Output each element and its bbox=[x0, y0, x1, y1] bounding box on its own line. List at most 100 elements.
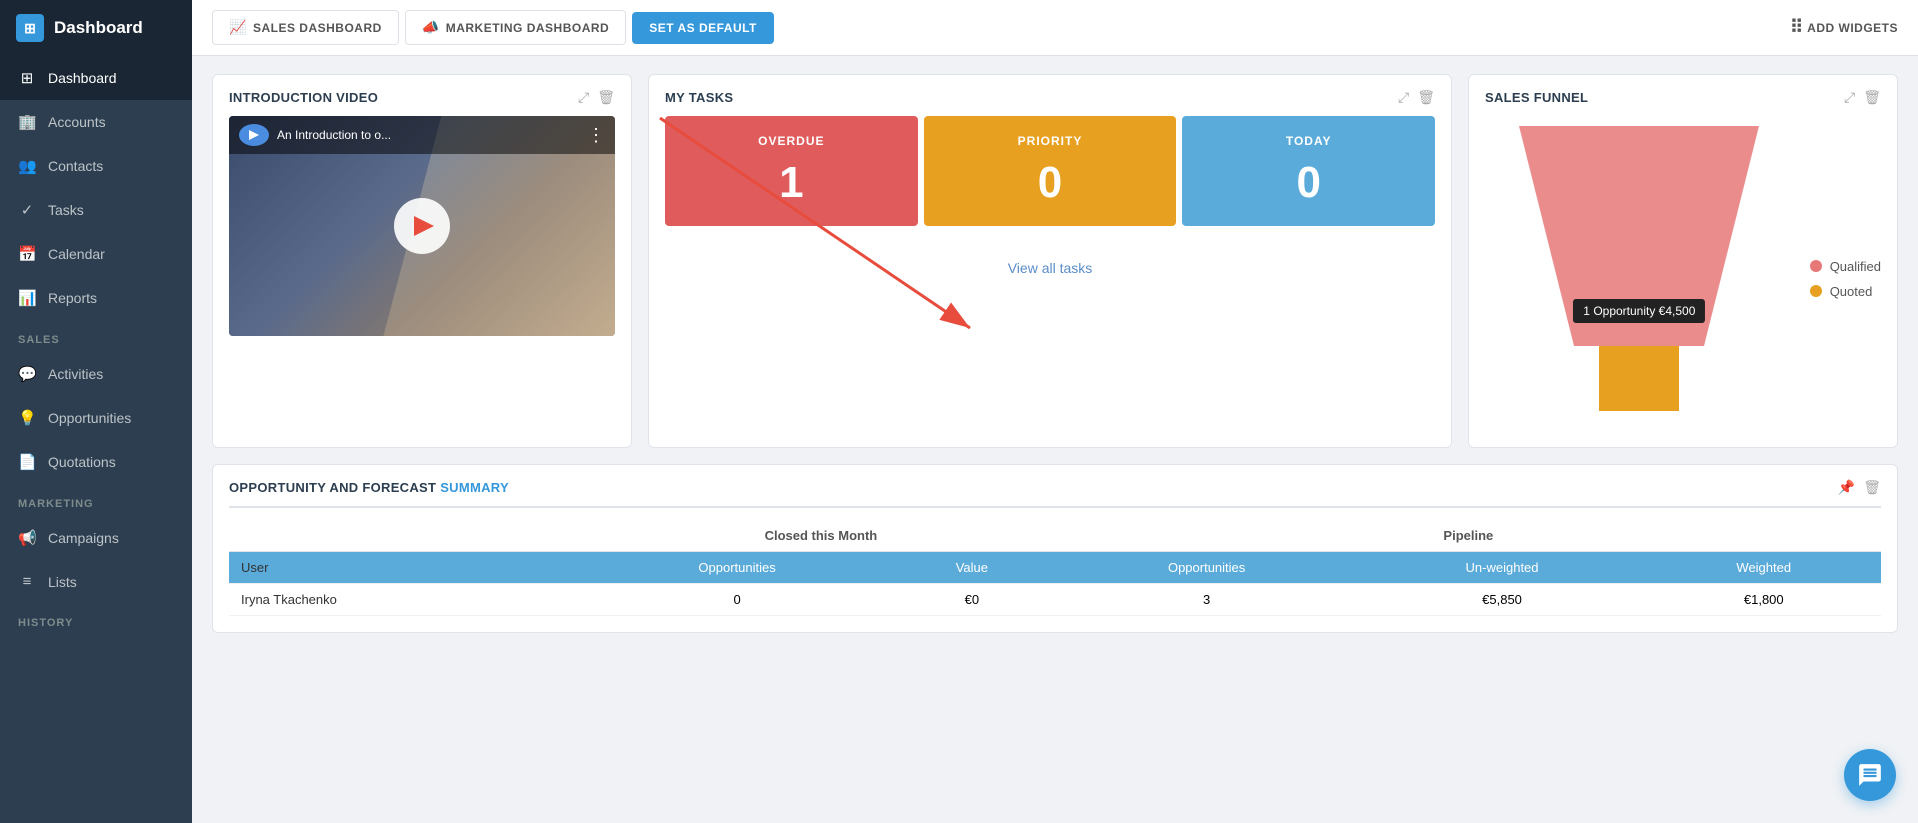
today-task-box[interactable]: TODAY 0 bbox=[1182, 116, 1435, 226]
contacts-nav-label: Contacts bbox=[48, 158, 103, 174]
row-pipeline-opps: 3 bbox=[1056, 584, 1358, 616]
lists-nav-label: Lists bbox=[48, 574, 77, 590]
row-user: Iryna Tkachenko bbox=[229, 584, 586, 616]
funnel-expand-icon[interactable]: ⤢ bbox=[1844, 89, 1855, 106]
tasks-nav-label: Tasks bbox=[48, 202, 84, 218]
overdue-count: 1 bbox=[675, 158, 908, 208]
closed-value-col: Value bbox=[888, 552, 1056, 584]
my-tasks-widget: MY TASKS ⤢ 🗑 OVERDUE 1 PRIORITY 0 bbox=[648, 74, 1452, 448]
dashboard-content: INTRODUCTION VIDEO ⤢ 🗑 bbox=[192, 56, 1918, 823]
qualified-dot bbox=[1810, 260, 1822, 272]
intro-video-actions: ⤢ 🗑 bbox=[578, 89, 615, 106]
tab-sales-dashboard[interactable]: 📈 SALES DASHBOARD bbox=[212, 10, 399, 45]
intro-video-widget: INTRODUCTION VIDEO ⤢ 🗑 bbox=[212, 74, 632, 448]
intro-video-expand-icon[interactable]: ⤢ bbox=[578, 89, 589, 106]
add-widgets-button[interactable]: ⠿ ADD WIDGETS bbox=[1790, 17, 1898, 38]
sidebar-item-activities[interactable]: 💬 Activities bbox=[0, 352, 192, 396]
tasks-grid: OVERDUE 1 PRIORITY 0 TODAY 0 bbox=[649, 116, 1451, 226]
intro-video-title: INTRODUCTION VIDEO bbox=[229, 90, 378, 105]
forecast-group-header-row: Closed this Month Pipeline bbox=[229, 520, 1881, 552]
overdue-label: OVERDUE bbox=[675, 134, 908, 148]
priority-task-box[interactable]: PRIORITY 0 bbox=[924, 116, 1177, 226]
activities-nav-label: Activities bbox=[48, 366, 103, 382]
legend-quoted: Quoted bbox=[1810, 284, 1881, 299]
row-closed-value: €0 bbox=[888, 584, 1056, 616]
dashboard-nav-icon: ⊞ bbox=[18, 69, 36, 87]
add-widgets-label: ADD WIDGETS bbox=[1807, 21, 1898, 35]
funnel-svg bbox=[1509, 116, 1769, 426]
sidebar-header[interactable]: ⊞ Dashboard bbox=[0, 0, 192, 56]
forecast-widget: OPPORTUNITY AND FORECAST SUMMARY 📌 🗑 Clo… bbox=[212, 464, 1898, 633]
sales-funnel-widget: SALES FUNNEL ⤢ 🗑 bbox=[1468, 74, 1898, 448]
accounts-nav-label: Accounts bbox=[48, 114, 106, 130]
yt-icon bbox=[239, 124, 269, 146]
sidebar-item-campaigns[interactable]: 📢Campaigns bbox=[0, 516, 192, 560]
forecast-title-part2: SUMMARY bbox=[440, 480, 509, 495]
pipeline-opps-col: Opportunities bbox=[1056, 552, 1358, 584]
tasks-title: MY TASKS bbox=[665, 90, 733, 105]
legend-qualified: Qualified bbox=[1810, 259, 1881, 274]
activities-nav-icon: 💬 bbox=[18, 365, 36, 383]
chat-bubble-button[interactable] bbox=[1844, 749, 1896, 801]
pipeline-header: Pipeline bbox=[1056, 520, 1881, 552]
forecast-data-row: Iryna Tkachenko 0 €0 3 €5,850 €1,800 bbox=[229, 584, 1881, 616]
tab-marketing-dashboard[interactable]: 📣 MARKETING DASHBOARD bbox=[405, 10, 626, 45]
sidebar-item-lists[interactable]: ≡ Lists bbox=[0, 560, 192, 603]
contacts-nav-icon: 👥 bbox=[18, 157, 36, 175]
video-title-text: An Introduction to o... bbox=[277, 128, 391, 142]
view-all-tasks-link[interactable]: View all tasks bbox=[649, 246, 1451, 290]
weighted-col: Weighted bbox=[1647, 552, 1881, 584]
funnel-content: 1 Opportunity €4,500 Qualified Quoted bbox=[1469, 116, 1897, 447]
sales-dashboard-label: SALES DASHBOARD bbox=[253, 21, 382, 35]
campaigns-nav-icon: 📢 bbox=[18, 529, 36, 547]
sidebar-section-marketing: MARKETING bbox=[0, 484, 192, 516]
quoted-dot bbox=[1810, 285, 1822, 297]
row-weighted: €1,800 bbox=[1647, 584, 1881, 616]
funnel-header: SALES FUNNEL ⤢ 🗑 bbox=[1469, 75, 1897, 116]
row-unweighted: €5,850 bbox=[1358, 584, 1647, 616]
forecast-col-header-row: User Opportunities Value Opportunities U… bbox=[229, 552, 1881, 584]
forecast-pin-icon[interactable]: 📌 bbox=[1838, 479, 1855, 496]
user-col-header: User bbox=[229, 552, 586, 584]
today-count: 0 bbox=[1192, 158, 1425, 208]
tasks-actions: ⤢ 🗑 bbox=[1398, 89, 1435, 106]
sidebar-item-accounts[interactable]: 🏢 Accounts bbox=[0, 100, 192, 144]
intro-video-delete-icon[interactable]: 🗑 bbox=[597, 89, 615, 106]
video-dots-icon[interactable]: ⋮ bbox=[587, 125, 605, 146]
video-play-button[interactable] bbox=[394, 198, 450, 254]
closed-opps-col: Opportunities bbox=[586, 552, 888, 584]
funnel-delete-icon[interactable]: 🗑 bbox=[1863, 89, 1881, 106]
tasks-delete-icon[interactable]: 🗑 bbox=[1417, 89, 1435, 106]
sidebar-item-reports[interactable]: 📊Reports bbox=[0, 276, 192, 320]
funnel-svg-wrapper: 1 Opportunity €4,500 bbox=[1509, 116, 1769, 431]
tasks-header: MY TASKS ⤢ 🗑 bbox=[649, 75, 1451, 116]
reports-nav-icon: 📊 bbox=[18, 289, 36, 307]
sidebar-item-tasks[interactable]: ✓ Tasks bbox=[0, 188, 192, 232]
forecast-table-wrap: Closed this Month Pipeline User Opportun… bbox=[213, 520, 1897, 632]
lists-nav-icon: ≡ bbox=[18, 573, 36, 590]
opportunities-nav-icon: 💡 bbox=[18, 409, 36, 427]
sidebar-item-contacts[interactable]: 👥 Contacts bbox=[0, 144, 192, 188]
grid-icon: ⠿ bbox=[1790, 17, 1801, 38]
sidebar-item-opportunities[interactable]: 💡Opportunities bbox=[0, 396, 192, 440]
video-thumbnail[interactable]: An Introduction to o... ⋮ bbox=[229, 116, 615, 336]
priority-label: PRIORITY bbox=[934, 134, 1167, 148]
sidebar-item-quotations[interactable]: 📄Quotations bbox=[0, 440, 192, 484]
accounts-nav-icon: 🏢 bbox=[18, 113, 36, 131]
sidebar-title: Dashboard bbox=[54, 18, 143, 38]
sidebar-section-sales: SALES bbox=[0, 320, 192, 352]
funnel-quoted-shape bbox=[1599, 346, 1679, 411]
forecast-title-part1: OPPORTUNITY AND FORECAST bbox=[229, 480, 440, 495]
sidebar-item-dashboard[interactable]: ⊞Dashboard bbox=[0, 56, 192, 100]
widgets-row-1: INTRODUCTION VIDEO ⤢ 🗑 bbox=[212, 74, 1898, 448]
tasks-nav-icon: ✓ bbox=[18, 201, 36, 219]
yt-play-triangle bbox=[249, 130, 259, 140]
calendar-nav-icon: 📅 bbox=[18, 245, 36, 263]
set-default-button[interactable]: SET AS DEFAULT bbox=[632, 12, 774, 44]
unweighted-col: Un-weighted bbox=[1358, 552, 1647, 584]
tasks-expand-icon[interactable]: ⤢ bbox=[1398, 89, 1409, 106]
overdue-task-box[interactable]: OVERDUE 1 bbox=[665, 116, 918, 226]
sidebar-item-calendar[interactable]: 📅Calendar bbox=[0, 232, 192, 276]
forecast-delete-icon[interactable]: 🗑 bbox=[1863, 479, 1881, 496]
quoted-label: Quoted bbox=[1830, 284, 1873, 299]
